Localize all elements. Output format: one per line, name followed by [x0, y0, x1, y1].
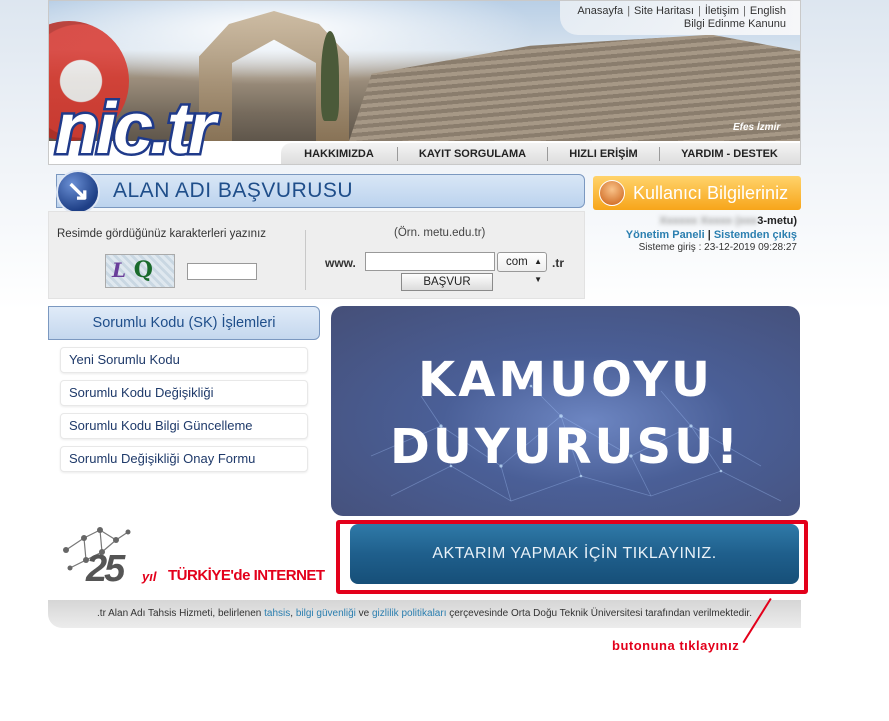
captcha-input[interactable]	[187, 263, 257, 280]
footer-link-allocation[interactable]: tahsis	[264, 608, 290, 619]
sk-item-change[interactable]: Sorumlu Kodu Değişikliği	[60, 380, 308, 406]
photo-caption: Efes İzmir	[733, 122, 781, 133]
top-link-home[interactable]: Anasayfa	[577, 5, 623, 17]
form-divider	[305, 230, 306, 290]
logout-link[interactable]: Sistemden çıkış	[714, 229, 797, 241]
public-announcement-banner[interactable]: KAMUOYU DUYURUSU!	[331, 306, 800, 516]
user-links: Yönetim Paneli | Sistemden çıkış	[625, 229, 797, 241]
captcha-image: L Q	[105, 254, 175, 288]
captcha-label: Resimde gördüğünüz karakterleri yazınız	[57, 228, 267, 240]
domain-application-form: Resimde gördüğünüz karakterleri yazınız …	[48, 211, 585, 299]
nav-item-about[interactable]: HAKKIMIZDA	[281, 147, 397, 161]
site-logo[interactable]: nic.tr	[52, 87, 218, 165]
www-label: www.	[325, 256, 356, 270]
click-instruction-annotation: butonuna tıklayınız	[612, 638, 740, 653]
login-time: Sisteme giriş : 23-12-2019 09:28:27	[638, 242, 797, 253]
nav-item-quick-access[interactable]: HIZLI ERİŞİM	[547, 147, 659, 161]
anniversary-year-label: yıl	[142, 569, 157, 584]
top-link-contact[interactable]: İletişim	[705, 5, 739, 17]
tree-image	[321, 31, 339, 121]
top-links: Anasayfa | Site Haritası | İletişim | English …	[560, 1, 800, 35]
top-link-sitemap[interactable]: Site Haritası	[634, 5, 694, 17]
nav-item-whois[interactable]: KAYIT SORGULAMA	[397, 147, 547, 161]
announcement-line2: DUYURUSU!	[390, 419, 741, 475]
sk-menu-title: Sorumlu Kodu (SK) İşlemleri	[48, 306, 320, 340]
domain-input[interactable]	[365, 252, 495, 271]
site-footer: .tr Alan Adı Tahsis Hizmeti, belirlenen …	[48, 600, 801, 628]
tld-select[interactable]: com ▲ ▼	[497, 252, 547, 284]
domain-example: (Örn. metu.edu.tr)	[394, 227, 486, 239]
tld-suffix: .tr	[552, 256, 564, 270]
user-name: Xxxxxx Xxxxx (xxx3-metu)	[659, 215, 797, 227]
network-pattern	[370, 384, 782, 502]
announcement-line1: KAMUOYU	[418, 352, 713, 408]
anniversary-text: TÜRKİYE'de INTERNET	[168, 567, 325, 584]
arrow-down-right-icon: ↘	[56, 170, 100, 214]
top-link-info-law[interactable]: Bilgi Edinme Kanunu	[560, 18, 786, 31]
sk-item-new[interactable]: Yeni Sorumlu Kodu	[60, 347, 308, 373]
main-nav: HAKKIMIZDA KAYIT SORGULAMA HIZLI ERİŞİM …	[281, 143, 800, 164]
admin-panel-link[interactable]: Yönetim Paneli	[626, 229, 705, 241]
footer-link-security[interactable]: bilgi güvenliği	[296, 608, 356, 619]
apply-button[interactable]: BAŞVUR	[401, 273, 493, 291]
page-container: Anasayfa | Site Haritası | İletişim | English …	[48, 0, 808, 721]
top-link-english[interactable]: English	[750, 5, 786, 17]
transfer-button[interactable]: AKTARIM YAPMAK İÇİN TIKLAYINIZ.	[350, 524, 799, 584]
sk-item-update[interactable]: Sorumlu Kodu Bilgi Güncelleme	[60, 413, 308, 439]
site-header: Anasayfa | Site Haritası | İletişim | English …	[48, 0, 801, 165]
anniversary-number: 25	[86, 548, 125, 590]
footer-link-privacy[interactable]: gizlilik politikaları	[372, 608, 446, 619]
domain-application-title: ALAN ADI BAŞVURUSU	[56, 174, 585, 208]
select-arrows-icon: ▲ ▼	[534, 257, 542, 284]
user-avatar-icon	[599, 180, 625, 206]
sk-item-approval-form[interactable]: Sorumlu Değişikliği Onay Formu	[60, 446, 308, 472]
nav-item-help[interactable]: YARDIM - DESTEK	[659, 147, 799, 161]
